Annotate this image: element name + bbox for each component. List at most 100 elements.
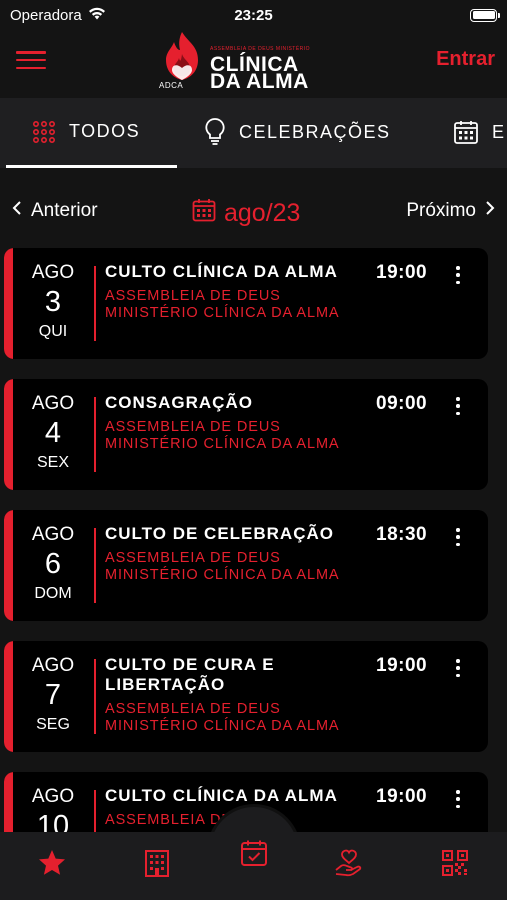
event-org-line: ASSEMBLEIA DE DEUS [105, 550, 281, 566]
card-accent [4, 248, 13, 359]
event-month: AGO [31, 786, 75, 807]
more-options-icon[interactable] [452, 395, 464, 417]
logo-tagline: ASSEMBLEIA DE DEUS MINISTÉRIO [210, 46, 311, 52]
event-title: CULTO CLÍNICA DA ALMA [105, 786, 367, 806]
event-card[interactable]: AGO 3 QUI CULTO CLÍNICA DA ALMA ASSEMBLE… [4, 248, 488, 359]
login-button[interactable]: Entrar [436, 48, 495, 71]
event-day: 10 [36, 810, 70, 832]
card-accent [4, 379, 13, 490]
event-day: 3 [44, 286, 62, 318]
app-header: ADCA ASSEMBLEIA DE DEUS MINISTÉRIO CLÍNI… [0, 30, 507, 98]
event-title: CULTO DE CELEBRAÇÃO [105, 524, 367, 544]
event-month: AGO [31, 393, 75, 414]
event-org-line: MINISTÉRIO CLÍNICA DA ALMA [105, 436, 340, 452]
next-month-button[interactable]: Próximo [406, 200, 495, 222]
event-organization: ASSEMBLEIA DE DEUS MINISTÉRIO CLÍNICA DA… [105, 701, 367, 735]
divider [94, 790, 96, 832]
event-month: AGO [31, 262, 75, 283]
event-org-line: ASSEMBLEIA DE DEUS [105, 288, 281, 304]
category-tabs: TODOS CELEBRAÇÕES E [0, 98, 507, 168]
previous-month-button[interactable]: Anterior [12, 200, 98, 222]
event-org-line: MINISTÉRIO CLÍNICA DA ALMA [105, 718, 340, 734]
event-org-line: ASSEMBLEIA DE DEUS [105, 419, 281, 435]
event-list: AGO 3 QUI CULTO CLÍNICA DA ALMA ASSEMBLE… [0, 248, 507, 832]
more-options-icon[interactable] [452, 526, 464, 548]
event-weekday: SEG [36, 716, 70, 733]
calendar-icon [192, 198, 216, 229]
chevron-left-icon [12, 200, 22, 222]
nav-agenda[interactable] [239, 840, 269, 870]
divider [94, 266, 96, 341]
event-title-line: LIBERTAÇÃO [105, 675, 226, 694]
event-organization: ASSEMBLEIA DE DEUS MINISTÉRIO CLÍNICA DA… [105, 550, 367, 584]
calendar-check-icon [240, 839, 268, 872]
event-title-line: CULTO DE CELEBRAÇÃO [105, 524, 334, 543]
grid-dots-icon [32, 120, 56, 144]
current-month[interactable]: ago/23 [192, 198, 300, 229]
event-title: CONSAGRAÇÃO [105, 393, 367, 413]
event-card[interactable]: AGO 7 SEG CULTO DE CURA E LIBERTAÇÃO ASS… [4, 641, 488, 752]
event-weekday: DOM [34, 585, 72, 602]
calendar-icon [453, 119, 479, 145]
hamburger-menu-icon[interactable] [16, 48, 46, 72]
nav-qr-code[interactable] [440, 849, 470, 882]
event-title: CULTO DE CURA E LIBERTAÇÃO [105, 655, 367, 695]
battery-level [472, 11, 495, 19]
event-time: 19:00 [376, 786, 428, 807]
building-icon [143, 848, 171, 883]
star-icon [37, 848, 67, 883]
card-accent [4, 641, 13, 752]
nav-favorites[interactable] [37, 848, 67, 883]
event-month: AGO [31, 655, 75, 676]
more-options-icon[interactable] [452, 264, 464, 286]
tab-celebracoes[interactable]: CELEBRAÇÕES [204, 98, 391, 166]
event-month: AGO [31, 524, 75, 545]
event-card[interactable]: AGO 6 DOM CULTO DE CELEBRAÇÃO ASSEMBLEIA… [4, 510, 488, 621]
next-month-label: Próximo [406, 200, 476, 221]
battery-icon [470, 8, 500, 22]
event-title-line: CONSAGRAÇÃO [105, 393, 253, 412]
bottom-navigation [0, 804, 507, 900]
event-weekday: SEX [36, 454, 69, 471]
event-time: 19:00 [376, 262, 428, 283]
current-month-label: ago/23 [224, 199, 301, 227]
more-options-icon[interactable] [452, 657, 464, 679]
status-left: Operadora [10, 7, 106, 24]
event-org-line: MINISTÉRIO CLÍNICA DA ALMA [105, 567, 340, 583]
event-card[interactable]: AGO 4 SEX CONSAGRAÇÃO ASSEMBLEIA DE DEUS… [4, 379, 488, 490]
event-title-line: CULTO DE CURA E [105, 655, 275, 674]
event-time: 09:00 [376, 393, 428, 414]
qr-code-icon [441, 849, 469, 882]
tab-todos[interactable]: TODOS [6, 98, 177, 168]
month-navigation: Anterior ago/23 Próximo [0, 190, 507, 234]
carrier-name: Operadora [10, 6, 82, 24]
tab-eventos[interactable]: E [453, 98, 506, 166]
event-org-line: ASSEMBLEIA DE DEUS [105, 701, 281, 717]
app-logo: ADCA ASSEMBLEIA DE DEUS MINISTÉRIO CLÍNI… [158, 30, 328, 94]
heart-hand-icon [334, 848, 364, 883]
event-time: 19:00 [376, 655, 428, 676]
event-organization: ASSEMBLEIA DE DEUS MINISTÉRIO CLÍNICA DA… [105, 419, 367, 453]
event-day: 4 [44, 417, 62, 449]
logo-abbreviation: ADCA [159, 81, 184, 90]
event-time: 18:30 [376, 524, 428, 545]
tab-celebracoes-label: CELEBRAÇÕES [239, 121, 391, 142]
logo-name-line2: DA ALMA [210, 70, 309, 93]
chevron-right-icon [485, 200, 495, 222]
lightbulb-icon [204, 117, 226, 147]
tab-todos-label: TODOS [69, 121, 141, 141]
wifi-icon [88, 7, 106, 24]
more-options-icon[interactable] [452, 788, 464, 810]
nav-churches[interactable] [142, 848, 172, 883]
nav-donations[interactable] [334, 848, 364, 883]
status-bar: Operadora 23:25 [0, 0, 507, 30]
event-title-line: CULTO CLÍNICA DA ALMA [105, 786, 338, 805]
previous-month-label: Anterior [31, 200, 98, 221]
event-title-line: CULTO CLÍNICA DA ALMA [105, 262, 338, 281]
divider [94, 397, 96, 472]
event-title: CULTO CLÍNICA DA ALMA [105, 262, 367, 282]
card-accent [4, 510, 13, 621]
event-organization: ASSEMBLEIA DE DEUS MINISTÉRIO CLÍNICA DA… [105, 288, 367, 322]
event-day: 6 [44, 548, 62, 580]
event-org-line: MINISTÉRIO CLÍNICA DA ALMA [105, 305, 340, 321]
